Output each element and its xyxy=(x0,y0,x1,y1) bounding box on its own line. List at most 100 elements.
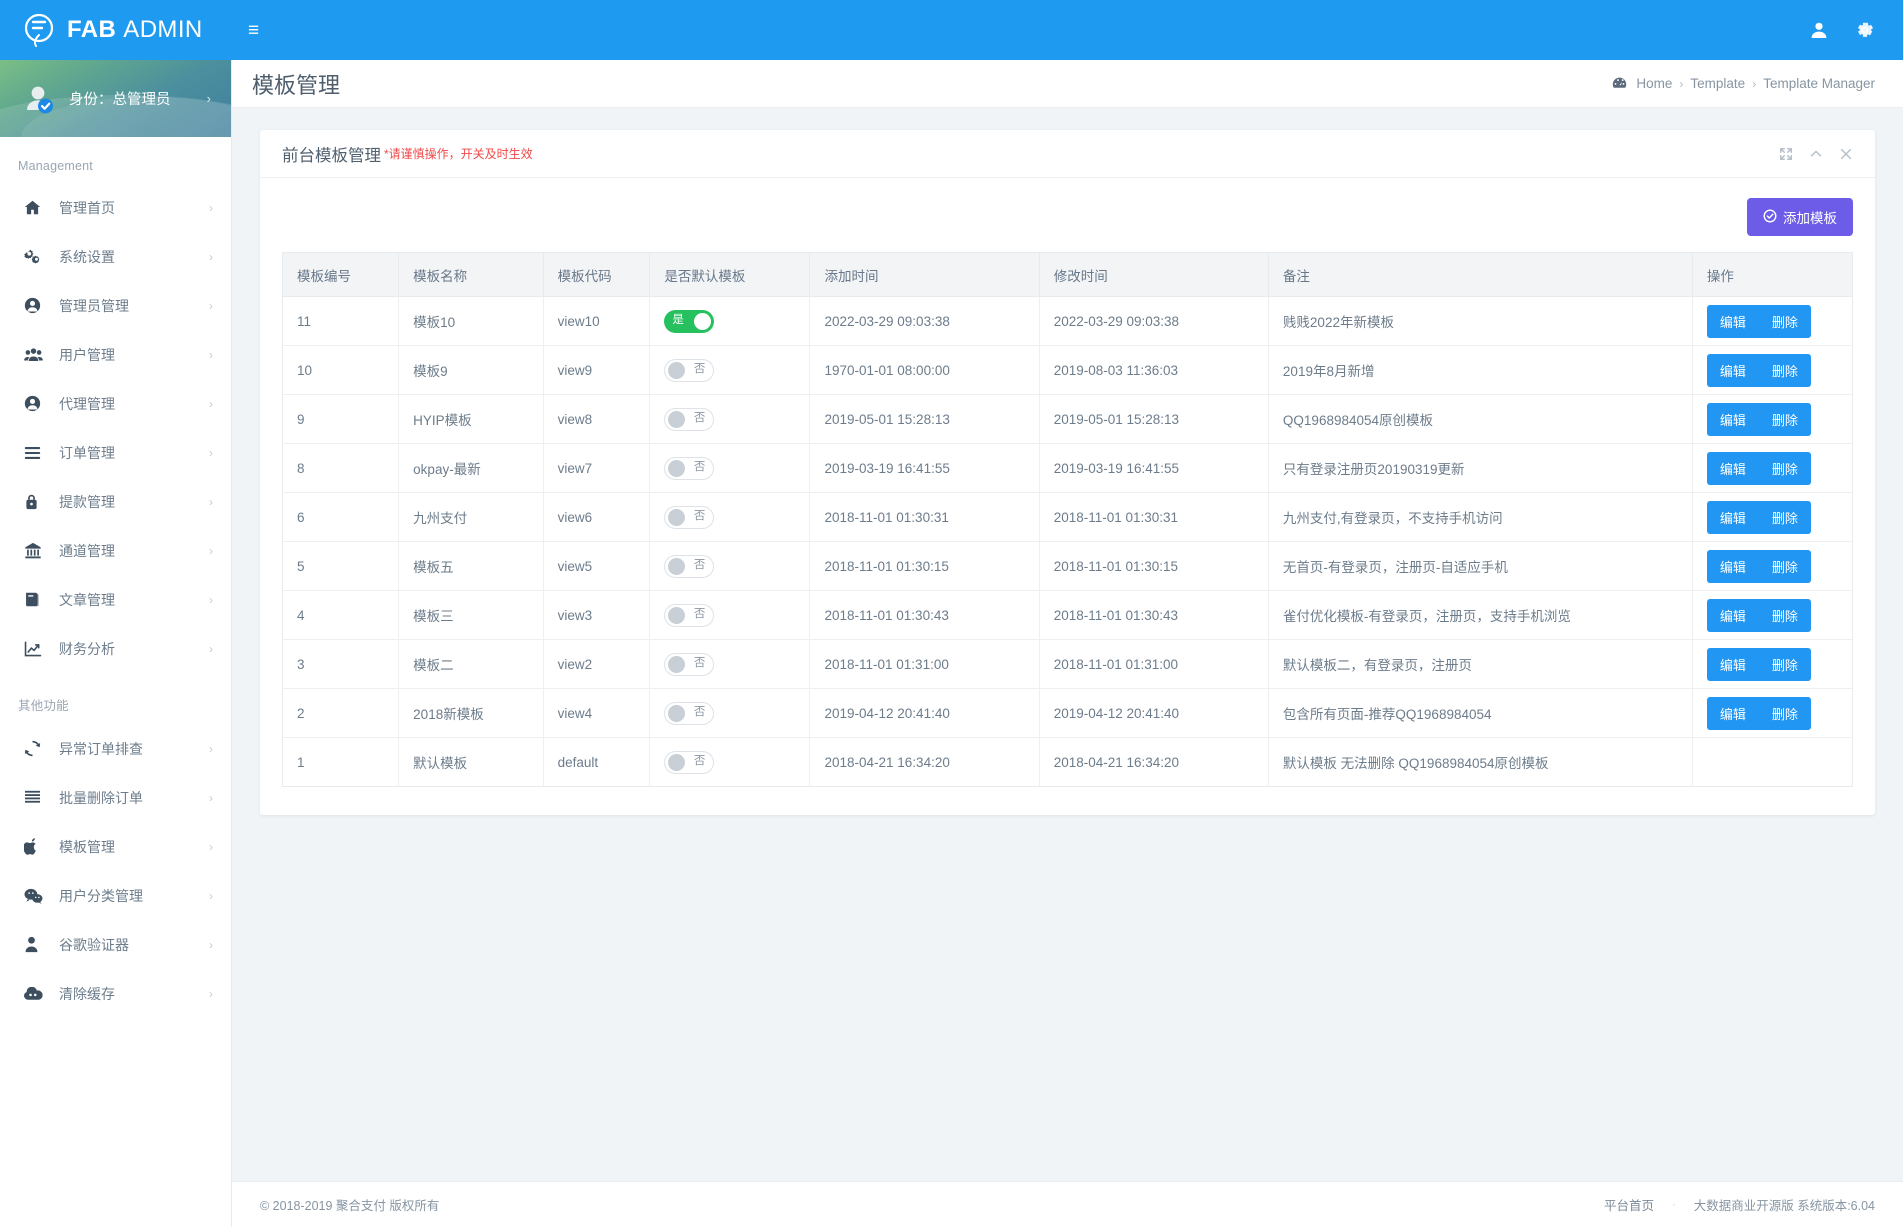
default-template-toggle[interactable]: 否 xyxy=(664,456,715,480)
footer-copyright: © 2018-2019 聚合支付 版权所有 xyxy=(260,1199,440,1213)
table-header-row: 模板编号 模板名称 模板代码 是否默认模板 添加时间 修改时间 备注 操作 xyxy=(282,252,1853,297)
cell-remark: 雀付优化模板-有登录页，注册页，支持手机浏览 xyxy=(1268,590,1693,640)
cell-remark: 无首页-有登录页，注册页-自适应手机 xyxy=(1268,541,1693,591)
default-template-toggle[interactable]: 否 xyxy=(664,407,715,431)
cell-created: 2018-11-01 01:30:15 xyxy=(809,541,1040,591)
cell-id: 11 xyxy=(282,296,400,346)
cell-code: view2 xyxy=(543,639,651,689)
sidebar-item-user-category-management[interactable]: 用户分类管理 › xyxy=(0,871,231,920)
edit-button[interactable]: 编辑 xyxy=(1706,353,1759,387)
bank-icon xyxy=(24,542,50,559)
expand-icon[interactable] xyxy=(1779,147,1793,161)
default-template-toggle[interactable]: 否 xyxy=(664,701,715,725)
column-header-is-default: 是否默认模板 xyxy=(649,252,811,297)
toggle-knob xyxy=(668,508,686,526)
collapse-icon[interactable] xyxy=(1809,147,1823,161)
edit-button[interactable]: 编辑 xyxy=(1706,500,1759,534)
cell-is-default: 否 xyxy=(649,688,811,738)
cell-code: view8 xyxy=(543,394,651,444)
sidebar: 身份：总管理员 › Management 管理首页 › 系统设置 › 管理员管理… xyxy=(0,60,232,1227)
sidebar-item-clear-cache[interactable]: 清除缓存 › xyxy=(0,969,231,1018)
sidebar-item-user-management[interactable]: 用户管理 › xyxy=(0,330,231,379)
cell-id: 8 xyxy=(282,443,400,493)
sidebar-profile[interactable]: 身份：总管理员 › xyxy=(0,60,231,137)
delete-button[interactable]: 删除 xyxy=(1758,647,1811,681)
sidebar-item-batch-delete-orders[interactable]: 批量删除订单 › xyxy=(0,773,231,822)
close-icon[interactable] xyxy=(1839,147,1853,161)
toggle-label: 否 xyxy=(693,755,706,768)
edit-button[interactable]: 编辑 xyxy=(1706,451,1759,485)
delete-button[interactable]: 删除 xyxy=(1758,304,1811,338)
toggle-label: 否 xyxy=(693,559,706,572)
sidebar-item-order-management[interactable]: 订单管理 › xyxy=(0,428,231,477)
gear-icon[interactable] xyxy=(1855,20,1875,40)
sidebar-item-withdraw-management[interactable]: 提款管理 › xyxy=(0,477,231,526)
delete-button[interactable]: 删除 xyxy=(1758,598,1811,632)
cell-actions: 编辑 删除 xyxy=(1692,639,1853,689)
sidebar-toggle-button[interactable]: ≡ xyxy=(236,13,271,48)
add-template-button[interactable]: 添加模板 xyxy=(1747,198,1853,236)
cell-code: default xyxy=(543,737,651,787)
sidebar-item-article-management[interactable]: 文章管理 › xyxy=(0,575,231,624)
cell-id: 5 xyxy=(282,541,400,591)
cell-remark: QQ1968984054原创模板 xyxy=(1268,394,1693,444)
default-template-toggle[interactable]: 否 xyxy=(664,505,715,529)
table-row: 10 模板9 view9 否 1970-01-01 08:00:00 2019-08-03… xyxy=(282,345,1853,395)
sidebar-item-label: 提款管理 xyxy=(59,493,115,510)
column-header-actions: 操作 xyxy=(1692,252,1853,297)
default-template-toggle[interactable]: 否 xyxy=(664,603,715,627)
cell-created: 2019-03-19 16:41:55 xyxy=(809,443,1040,493)
user-icon[interactable] xyxy=(1809,20,1829,40)
toggle-knob xyxy=(668,655,686,673)
default-template-toggle[interactable]: 否 xyxy=(664,554,715,578)
default-template-toggle[interactable]: 否 xyxy=(664,652,715,676)
edit-button[interactable]: 编辑 xyxy=(1706,647,1759,681)
chart-line-icon xyxy=(24,640,50,657)
bars-icon xyxy=(24,790,50,805)
toggle-label: 否 xyxy=(693,608,706,621)
table-head: 模板编号 模板名称 模板代码 是否默认模板 添加时间 修改时间 备注 操作 xyxy=(282,252,1853,297)
breadcrumb-item-home[interactable]: Home xyxy=(1636,76,1672,91)
sidebar-item-financial-analysis[interactable]: 财务分析 › xyxy=(0,624,231,673)
edit-button[interactable]: 编辑 xyxy=(1706,598,1759,632)
cell-modified: 2018-11-01 01:30:43 xyxy=(1039,590,1269,640)
card-header: 前台模板管理 *请谨慎操作，开关及时生效 xyxy=(260,130,1875,178)
wechat-icon xyxy=(24,888,50,904)
delete-button[interactable]: 删除 xyxy=(1758,500,1811,534)
delete-button[interactable]: 删除 xyxy=(1758,696,1811,730)
edit-button[interactable]: 编辑 xyxy=(1706,402,1759,436)
sidebar-item-agent-management[interactable]: 代理管理 › xyxy=(0,379,231,428)
toggle-knob xyxy=(668,557,686,575)
sidebar-item-abnormal-order-check[interactable]: 异常订单排查 › xyxy=(0,724,231,773)
cell-created: 2018-11-01 01:30:31 xyxy=(809,492,1040,542)
delete-button[interactable]: 删除 xyxy=(1758,451,1811,485)
edit-button[interactable]: 编辑 xyxy=(1706,304,1759,338)
sidebar-item-label: 订单管理 xyxy=(59,444,115,461)
edit-button[interactable]: 编辑 xyxy=(1706,549,1759,583)
sidebar-item-google-authenticator[interactable]: 谷歌验证器 › xyxy=(0,920,231,969)
sidebar-item-template-management[interactable]: 模板管理 › xyxy=(0,822,231,871)
default-template-toggle[interactable]: 否 xyxy=(664,750,715,774)
sidebar-item-system-settings[interactable]: 系统设置 › xyxy=(0,232,231,281)
chevron-right-icon: › xyxy=(209,249,213,264)
sidebar-item-management-home[interactable]: 管理首页 › xyxy=(0,183,231,232)
toggle-label: 否 xyxy=(693,412,706,425)
sidebar-item-admin-management[interactable]: 管理员管理 › xyxy=(0,281,231,330)
delete-button[interactable]: 删除 xyxy=(1758,549,1811,583)
footer-link-platform-home[interactable]: 平台首页 xyxy=(1604,1195,1654,1214)
sidebar-item-channel-management[interactable]: 通道管理 › xyxy=(0,526,231,575)
delete-button[interactable]: 删除 xyxy=(1758,353,1811,387)
default-template-toggle[interactable]: 否 xyxy=(664,358,715,382)
column-header-id: 模板编号 xyxy=(282,252,400,297)
default-template-toggle[interactable]: 是 xyxy=(664,309,715,333)
brand-logo-area[interactable]: FAB ADMIN xyxy=(0,0,232,60)
edit-button[interactable]: 编辑 xyxy=(1706,696,1759,730)
breadcrumb-item-template[interactable]: Template xyxy=(1690,76,1745,91)
breadcrumb-item-template-manager: Template Manager xyxy=(1763,76,1875,91)
delete-button[interactable]: 删除 xyxy=(1758,402,1811,436)
cell-name: 模板9 xyxy=(398,345,544,395)
card-title: 前台模板管理 xyxy=(282,146,381,165)
sidebar-item-label: 批量删除订单 xyxy=(59,789,143,806)
sidebar-item-label: 用户管理 xyxy=(59,346,115,363)
main-content: 模板管理 Home › Template › Template Manager xyxy=(232,60,1903,1227)
